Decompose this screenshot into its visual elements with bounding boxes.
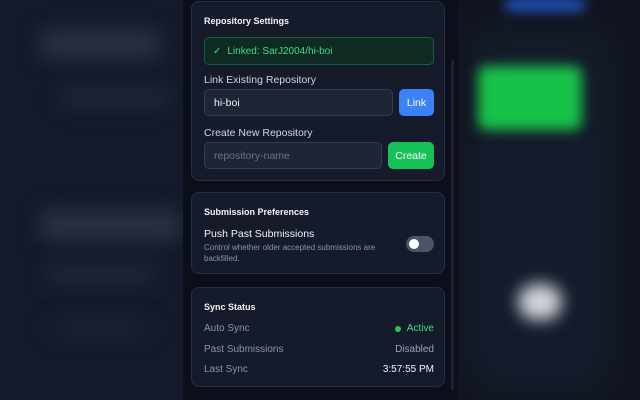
sync-status-title: Sync Status (204, 302, 256, 312)
push-past-title: Push Past Submissions (204, 228, 315, 240)
background-green-blob (478, 66, 582, 130)
background-blob (40, 210, 180, 240)
settings-panel: Repository Settings ✓ Linked: SarJ2004/h… (183, 0, 458, 400)
background-toggle-blob (518, 284, 562, 320)
check-icon: ✓ (213, 45, 222, 57)
sync-row-key: Past Submissions (204, 344, 284, 355)
link-repository-input[interactable]: hi-boi (204, 89, 393, 116)
sync-row-last-sync: Last Sync 3:57:55 PM (204, 364, 434, 375)
background-blue-blob (505, 0, 585, 10)
sync-row-past-submissions: Past Submissions Disabled (204, 344, 434, 355)
background-blob (45, 265, 155, 283)
sync-row-value: Active (394, 323, 434, 334)
push-past-description: Control whether older accepted submissio… (204, 243, 376, 263)
status-dot-icon (394, 325, 401, 332)
create-repository-input[interactable]: repository-name (204, 142, 382, 169)
create-new-label: Create New Repository (204, 127, 313, 139)
scrollbar-thumb[interactable] (451, 60, 454, 390)
background-blob (60, 90, 170, 106)
linked-status-text: Linked: SarJ2004/hi-boi (227, 45, 333, 57)
sync-row-value: 3:57:55 PM (382, 364, 434, 375)
submission-preferences-card: Submission Preferences Push Past Submiss… (191, 192, 445, 274)
linked-status-banner: ✓ Linked: SarJ2004/hi-boi (204, 37, 434, 65)
submission-preferences-title: Submission Preferences (204, 207, 310, 217)
push-past-toggle[interactable] (406, 236, 434, 252)
background-left (0, 0, 183, 400)
sync-row-key: Auto Sync (204, 323, 250, 334)
link-button[interactable]: Link (399, 89, 434, 116)
repository-settings-card: Repository Settings ✓ Linked: SarJ2004/h… (191, 1, 445, 181)
background-blob (50, 320, 150, 336)
auto-sync-status: Active (406, 323, 434, 334)
background-blob (40, 30, 160, 58)
sync-row-auto-sync: Auto Sync Active (204, 323, 434, 334)
sync-status-card: Sync Status Auto Sync Active Past Submis… (191, 287, 445, 387)
sync-row-key: Last Sync (204, 364, 248, 375)
repository-settings-title: Repository Settings (204, 16, 290, 26)
create-button[interactable]: Create (388, 142, 434, 169)
link-existing-label: Link Existing Repository (204, 74, 317, 86)
sync-row-value: Disabled (395, 344, 434, 355)
toggle-knob (409, 239, 419, 249)
